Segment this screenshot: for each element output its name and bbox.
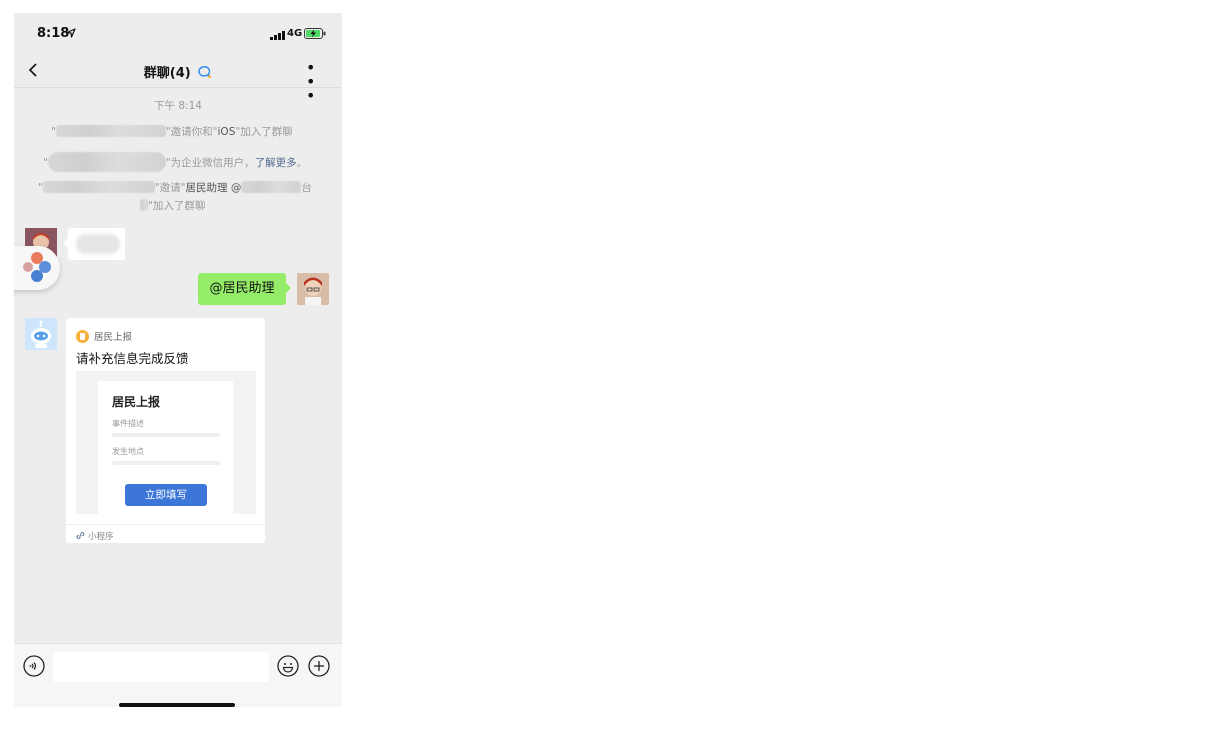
system-message-invite: " "邀请你和"iOS"加入了群聊 xyxy=(51,124,293,139)
learn-more-link[interactable]: 了解更多 xyxy=(255,157,297,169)
preview-form: 居民上报 事件描述 发生地点 立即填写 xyxy=(98,381,233,514)
link-icon xyxy=(76,532,85,539)
preview-field-line xyxy=(112,461,220,465)
my-avatar[interactable] xyxy=(297,273,329,305)
nav-bar: 群聊(4) • • • xyxy=(14,53,342,104)
blurred-name xyxy=(241,181,302,193)
message-timestamp: 下午 8:14 xyxy=(154,100,202,112)
blurred-name xyxy=(42,181,155,193)
card-preview: 居民上报 事件描述 发生地点 立即填写 xyxy=(76,371,256,514)
preview-form-title: 居民上报 xyxy=(112,395,161,409)
card-title: 请补充信息完成反馈 xyxy=(76,351,189,366)
group-chat-icon xyxy=(198,66,212,79)
bot-name: 居民助理 @ xyxy=(185,182,242,194)
message-input[interactable] xyxy=(53,652,269,682)
avatar-illustration xyxy=(297,273,329,305)
system-message-invite-bot-line2: "加入了群聊 xyxy=(140,198,205,213)
system-message-invite-bot: " "邀请"居民助理 @ 台 xyxy=(38,180,312,195)
floating-window-ball[interactable] xyxy=(14,246,60,290)
sys1-text: "邀请你和" xyxy=(165,126,218,138)
bot-avatar[interactable] xyxy=(25,318,57,350)
emoji-icon[interactable] xyxy=(277,655,299,677)
card-footer-label: 小程序 xyxy=(88,532,114,542)
sys1-end: "加入了群聊 xyxy=(235,126,293,138)
chat-title: 群聊(4) xyxy=(14,62,342,81)
blurred-content xyxy=(76,234,120,254)
member-count: (4) xyxy=(169,66,191,81)
phone-screen: 8:18 4G 群聊(4) • • • 下午 8:14 " "邀请你和"iOS"… xyxy=(14,13,342,707)
preview-field-label: 发生地点 xyxy=(112,447,144,456)
title-text-group: 群聊(4) xyxy=(144,62,212,81)
battery-charging-icon xyxy=(304,28,326,39)
home-indicator[interactable] xyxy=(119,703,235,707)
signal-icon xyxy=(270,31,285,40)
floating-app-icon xyxy=(23,252,51,282)
location-arrow-icon xyxy=(66,28,76,38)
chat-input-bar xyxy=(14,643,342,707)
message-bubble-mention[interactable]: @居民助理 xyxy=(198,273,291,305)
sys2-text: "为企业微信用户， xyxy=(165,157,255,169)
mini-program-source-icon xyxy=(76,330,89,343)
network-type: 4G xyxy=(287,28,303,39)
status-bar: 8:18 4G xyxy=(14,13,342,53)
title-text: 群聊 xyxy=(143,66,170,81)
ios-name: iOS xyxy=(217,126,236,138)
plus-icon[interactable] xyxy=(308,655,330,677)
card-footer: 小程序 xyxy=(66,524,265,542)
mini-program-card[interactable]: 居民上报 请补充信息完成反馈 居民上报 事件描述 发生地点 立即填写 小程序 xyxy=(66,318,265,543)
sys3-text: "邀请" xyxy=(154,182,186,194)
voice-icon[interactable] xyxy=(23,655,45,677)
preview-field-line xyxy=(112,433,220,437)
sys2-end: 。 xyxy=(296,157,308,169)
more-icon[interactable]: • • • xyxy=(306,60,326,104)
blurred-name xyxy=(140,199,148,211)
preview-fill-button: 立即填写 xyxy=(125,484,207,506)
blurred-name xyxy=(55,125,166,137)
sys3-tail: 台 xyxy=(301,182,312,194)
card-footer-text-group: 小程序 xyxy=(76,530,114,542)
sys3-line2-end: "加入了群聊 xyxy=(148,200,206,212)
preview-field-label: 事件描述 xyxy=(112,419,144,428)
system-message-enterprise: " "为企业微信用户，了解更多。 xyxy=(43,152,307,172)
blurred-name xyxy=(47,152,166,172)
card-source: 居民上报 xyxy=(76,329,132,343)
card-source-name: 居民上报 xyxy=(94,332,133,343)
robot-icon xyxy=(25,318,57,350)
message-bubble-blurred[interactable] xyxy=(63,228,125,260)
